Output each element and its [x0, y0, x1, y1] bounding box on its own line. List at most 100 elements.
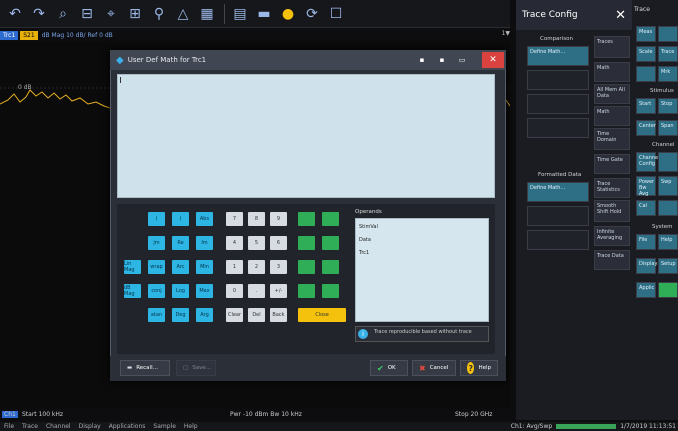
keypad-key[interactable]: 7	[226, 212, 243, 226]
keypad-key[interactable]: wrap	[148, 260, 165, 274]
operand-item[interactable]: Trc1	[359, 250, 369, 256]
define-math-button[interactable]: Define Math...	[527, 46, 589, 66]
keypad-key[interactable]: .	[248, 284, 265, 298]
channel-badge[interactable]: Ch1	[2, 411, 18, 418]
undo-icon[interactable]: ↶	[4, 3, 26, 25]
expression-editor[interactable]	[117, 74, 495, 198]
keypad-key[interactable]: 9	[270, 212, 287, 226]
math-button[interactable]: Math	[594, 62, 630, 82]
keypad-key[interactable]: (	[148, 212, 165, 226]
traces-button[interactable]: Traces	[594, 36, 630, 58]
comparison-slot-2[interactable]	[527, 70, 589, 90]
keypad-key[interactable]: )	[172, 212, 189, 226]
keypad-key[interactable]: Min	[196, 260, 213, 274]
math2-button[interactable]: Math	[594, 106, 630, 126]
scale-button[interactable]: Scale	[636, 46, 656, 62]
trace-statistics-button[interactable]: Trace Statistics	[594, 178, 630, 198]
keypad-key[interactable]: Max	[196, 284, 213, 298]
recall-button[interactable]: ▬ Recall...	[120, 360, 170, 376]
keypad-key[interactable]: dB Mag	[124, 284, 141, 298]
format-button[interactable]	[658, 26, 678, 42]
menu-file[interactable]: File	[4, 423, 14, 430]
formatted-slot-3[interactable]	[527, 230, 589, 250]
power-bw-avg-button[interactable]: Power Bw Avg	[636, 176, 656, 197]
center-button[interactable]: Center	[636, 120, 656, 136]
close-icon[interactable]: ✕	[615, 8, 626, 23]
param-badge[interactable]: S21	[20, 30, 38, 40]
keypad-key[interactable]: Arg	[196, 308, 213, 322]
keypad-key[interactable]: 2	[248, 260, 265, 274]
trace-config-button[interactable]: Trace	[658, 46, 678, 62]
keypad-key[interactable]: 8	[248, 212, 265, 226]
help-sys-button[interactable]: Help	[658, 234, 678, 250]
trace-icon[interactable]: ⚲	[148, 3, 170, 25]
keypad-key[interactable]: 3	[270, 260, 287, 274]
keypad-key[interactable]: jm	[148, 236, 165, 250]
keypad-key[interactable]	[322, 212, 339, 226]
stop-button[interactable]: Stop	[658, 98, 678, 114]
channel-b-button[interactable]	[658, 152, 678, 172]
keypad-key[interactable]: Log	[172, 284, 189, 298]
minimize-icon[interactable]: ▪	[416, 54, 428, 66]
keypad-key[interactable]: Lin Mag	[124, 260, 141, 274]
cal-button[interactable]: Cal	[636, 200, 656, 216]
menu-sample[interactable]: Sample	[153, 423, 176, 430]
keypad-key[interactable]	[298, 284, 315, 298]
menu-applications[interactable]: Applications	[109, 423, 146, 430]
keypad-key[interactable]	[298, 236, 315, 250]
restore-icon[interactable]: ▪	[436, 54, 448, 66]
help-icon[interactable]: ●	[277, 3, 299, 25]
refresh-icon[interactable]: ⟳	[301, 3, 323, 25]
marker-icon[interactable]: ⌖	[100, 3, 122, 25]
keypad-key[interactable]	[322, 260, 339, 274]
settings-icon[interactable]: ▤	[229, 3, 251, 25]
save-button[interactable]: ▢ Save...	[176, 360, 216, 376]
meas-button[interactable]: Meas	[636, 26, 656, 42]
keypad-key[interactable]	[298, 260, 315, 274]
applic-button[interactable]: Applic	[636, 282, 656, 298]
smooth-shift-hold-button[interactable]: Smooth Shift Hold	[594, 200, 630, 222]
keypad-key[interactable]: Abs	[196, 212, 213, 226]
cal-b-button[interactable]	[658, 200, 678, 216]
keypad-key[interactable]: Del	[248, 308, 265, 322]
span-button[interactable]: Span	[658, 120, 678, 136]
comparison-slot-4[interactable]	[527, 118, 589, 138]
infinite-averaging-button[interactable]: Infinite Averaging	[594, 226, 630, 246]
file-button[interactable]: File	[636, 234, 656, 250]
grid-icon[interactable]: ⊞	[124, 3, 146, 25]
time-domain-button[interactable]: Time Domain	[594, 128, 630, 150]
window-icon[interactable]: ▦	[196, 3, 218, 25]
define-math-button-2[interactable]: Define Math...	[527, 182, 589, 202]
trace-badge[interactable]: Trc1	[0, 30, 19, 40]
keypad-key[interactable]: Back	[270, 308, 287, 322]
menu-channel[interactable]: Channel	[46, 423, 71, 430]
keypad-key[interactable]: 4	[226, 236, 243, 250]
start-button[interactable]: Start	[636, 98, 656, 114]
keypad-key[interactable]: conj	[148, 284, 165, 298]
operand-item[interactable]: Data	[359, 237, 371, 243]
operand-item[interactable]: StimVal	[359, 224, 378, 230]
keypad-key[interactable]	[322, 284, 339, 298]
line-button[interactable]	[636, 66, 656, 82]
display-icon[interactable]: ▬	[253, 3, 275, 25]
display-button[interactable]: Display	[636, 258, 657, 274]
green-button[interactable]	[658, 282, 678, 298]
keypad-key[interactable]: Clear	[226, 308, 243, 322]
cancel-button[interactable]: ✖ Cancel	[412, 360, 456, 376]
channel-config-button[interactable]: Channel Config	[636, 152, 660, 172]
time-gate-button[interactable]: Time Gate	[594, 154, 630, 174]
keypad-key[interactable]: +/-	[270, 284, 287, 298]
all-mem-all-data-button[interactable]: All Mem All Data	[594, 84, 630, 104]
setup-button[interactable]: Setup	[658, 258, 678, 274]
redo-icon[interactable]: ↷	[28, 3, 50, 25]
keypad-key[interactable]: atan	[148, 308, 165, 322]
keypad-key[interactable]: Arc	[172, 260, 189, 274]
menu-display[interactable]: Display	[79, 423, 101, 430]
operands-list[interactable]: StimVal Data Trc1	[355, 218, 489, 322]
trace-data-button[interactable]: Trace Data	[594, 250, 630, 270]
keypad-key[interactable]: 1	[226, 260, 243, 274]
menu-trace[interactable]: Trace	[22, 423, 38, 430]
keypad-key[interactable]: Deg	[172, 308, 189, 322]
menu-help[interactable]: Help	[184, 423, 198, 430]
limit-icon[interactable]: △	[172, 3, 194, 25]
